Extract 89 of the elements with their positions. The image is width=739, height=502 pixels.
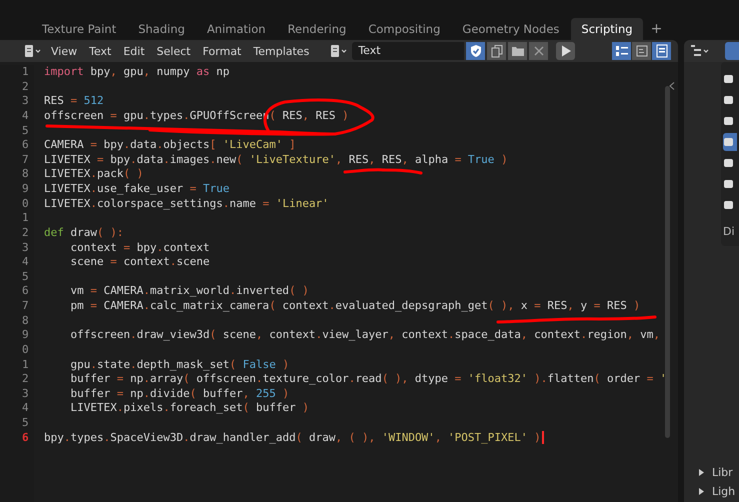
code-line: import bpy, gpu, numpy as np bbox=[44, 65, 230, 80]
menu-item[interactable]: Format bbox=[198, 42, 246, 60]
workspace-tab[interactable]: Geometry Nodes bbox=[452, 18, 570, 40]
text-block-icon bbox=[634, 44, 649, 58]
code-line: LIVETEX.pack( ) bbox=[44, 167, 144, 182]
panel-label: Di bbox=[723, 225, 736, 238]
code-line: bpy.types.SpaceView3D.draw_handler_add( draw, ( ), 'WINDOW', 'POST_PIXEL' ) bbox=[44, 430, 541, 446]
code-line: LIVETEX.pixels.foreach_set( buffer ) bbox=[69, 401, 309, 416]
document-icon bbox=[654, 44, 669, 58]
line-number: 6 bbox=[21, 430, 30, 446]
text-name-field[interactable]: Text bbox=[352, 42, 464, 60]
code-line: CAMERA = bpy.data.objects[ 'LiveCam' ] bbox=[44, 138, 296, 153]
close-icon[interactable] bbox=[529, 42, 548, 60]
workspace-tab[interactable]: Animation bbox=[196, 18, 276, 40]
code-line: buffer = np.array( offscreen.texture_color.read( ), dtype = 'float32' ).flatten( order = ' bbox=[69, 372, 667, 387]
line-number: 9 bbox=[21, 328, 30, 343]
code-line: LIVETEX = bpy.data.images.new( 'LiveTexture', RES, RES, alpha = True ) bbox=[44, 152, 508, 168]
rounded-square-icon bbox=[723, 199, 733, 211]
line-number: 1 bbox=[21, 358, 30, 372]
code-line: RES = 512 bbox=[44, 94, 104, 109]
line-number: 5 bbox=[21, 416, 30, 431]
syntax-highlight-toggle[interactable] bbox=[652, 42, 672, 60]
line-number: 7 bbox=[21, 299, 30, 314]
line-number: 0 bbox=[21, 196, 30, 212]
triangle-right-icon[interactable] bbox=[698, 469, 705, 476]
run-script-button[interactable] bbox=[556, 42, 576, 60]
rounded-square-icon bbox=[723, 73, 733, 85]
line-number: 8 bbox=[21, 167, 30, 182]
triangle-right-icon[interactable] bbox=[698, 488, 705, 495]
code-line: pm = CAMERA.calc_matrix_camera( context.evaluated_depsgraph_get( ), x = RES, y = RES ) bbox=[69, 299, 640, 314]
numbered-list-icon bbox=[614, 44, 629, 58]
line-number: 8 bbox=[21, 314, 30, 328]
line-number: 4 bbox=[21, 401, 30, 416]
line-number: 5 bbox=[21, 270, 30, 284]
properties-tab[interactable] bbox=[723, 133, 737, 151]
code-line: context = bpy.context bbox=[69, 240, 210, 256]
line-number: 6 bbox=[21, 284, 30, 299]
code-line: scene = context.scene bbox=[69, 255, 210, 270]
code-line: vm = CAMERA.matrix_world.inverted( ) bbox=[69, 284, 309, 300]
code-line: gpu.state.depth_mask_set( False ) bbox=[69, 358, 290, 372]
line-number: 4 bbox=[21, 108, 30, 124]
workspace-tab[interactable]: Rendering bbox=[278, 18, 356, 40]
rounded-square-icon bbox=[723, 157, 733, 169]
menu-item[interactable]: Text bbox=[84, 42, 116, 60]
outliner-label: Ligh bbox=[712, 485, 736, 498]
line-number: 1 bbox=[21, 211, 30, 226]
scrollbar[interactable] bbox=[665, 86, 670, 438]
line-numbers-toggle[interactable] bbox=[612, 42, 632, 60]
line-number: 7 bbox=[21, 152, 30, 168]
outliner-item[interactable]: Ligh bbox=[698, 485, 739, 498]
line-number: 9 bbox=[21, 182, 30, 197]
shield-check-icon bbox=[468, 44, 483, 58]
line-number: 3 bbox=[21, 240, 30, 256]
rounded-square-icon bbox=[723, 94, 733, 106]
line-number: 3 bbox=[21, 94, 30, 109]
folder-icon[interactable] bbox=[508, 42, 528, 60]
outliner-label: Libr bbox=[712, 466, 733, 479]
code-line: LIVETEX.colorspace_settings.name = 'Linear' bbox=[44, 196, 329, 212]
menu-item[interactable]: View bbox=[46, 42, 82, 60]
line-number: 2 bbox=[21, 80, 30, 94]
code-line: buffer = np.divide( buffer, 255 ) bbox=[69, 386, 290, 402]
menu-item[interactable]: Templates bbox=[248, 42, 314, 60]
menu-item[interactable]: Edit bbox=[118, 42, 150, 60]
code-line: LIVETEX.use_fake_user = True bbox=[44, 182, 230, 197]
workspace-tab[interactable]: Texture Paint bbox=[32, 18, 126, 40]
workspace-tab[interactable]: Shading bbox=[128, 18, 195, 40]
add-workspace-button[interactable]: + bbox=[644, 18, 668, 40]
workspace-tab[interactable]: Compositing bbox=[358, 18, 450, 40]
text-cursor bbox=[542, 431, 544, 444]
rounded-square-icon bbox=[723, 178, 733, 190]
line-number: 1 bbox=[21, 65, 30, 80]
outliner-item[interactable]: Libr bbox=[698, 466, 739, 479]
line-number: 6 bbox=[21, 138, 30, 153]
code-line: offscreen.draw_view3d( scene, context.view_layer, context.space_data, context.region, vm, bbox=[69, 328, 660, 343]
word-wrap-toggle[interactable] bbox=[632, 42, 652, 60]
rounded-square-icon bbox=[723, 136, 733, 148]
line-number: 5 bbox=[21, 124, 30, 138]
rounded-square-icon bbox=[723, 115, 733, 127]
fake-user-button[interactable] bbox=[466, 42, 486, 60]
line-number: 0 bbox=[21, 342, 30, 358]
line-number: 3 bbox=[21, 386, 30, 402]
line-number: 2 bbox=[21, 226, 30, 240]
menu-item[interactable]: Select bbox=[152, 42, 196, 60]
code-line: def draw( ): bbox=[44, 226, 124, 241]
chevron-left-icon[interactable] bbox=[669, 82, 675, 90]
line-number: 2 bbox=[21, 372, 30, 387]
duplicate-icon[interactable] bbox=[487, 42, 506, 60]
line-number: 4 bbox=[21, 255, 30, 270]
workspace-tab[interactable]: Scripting bbox=[571, 18, 643, 40]
